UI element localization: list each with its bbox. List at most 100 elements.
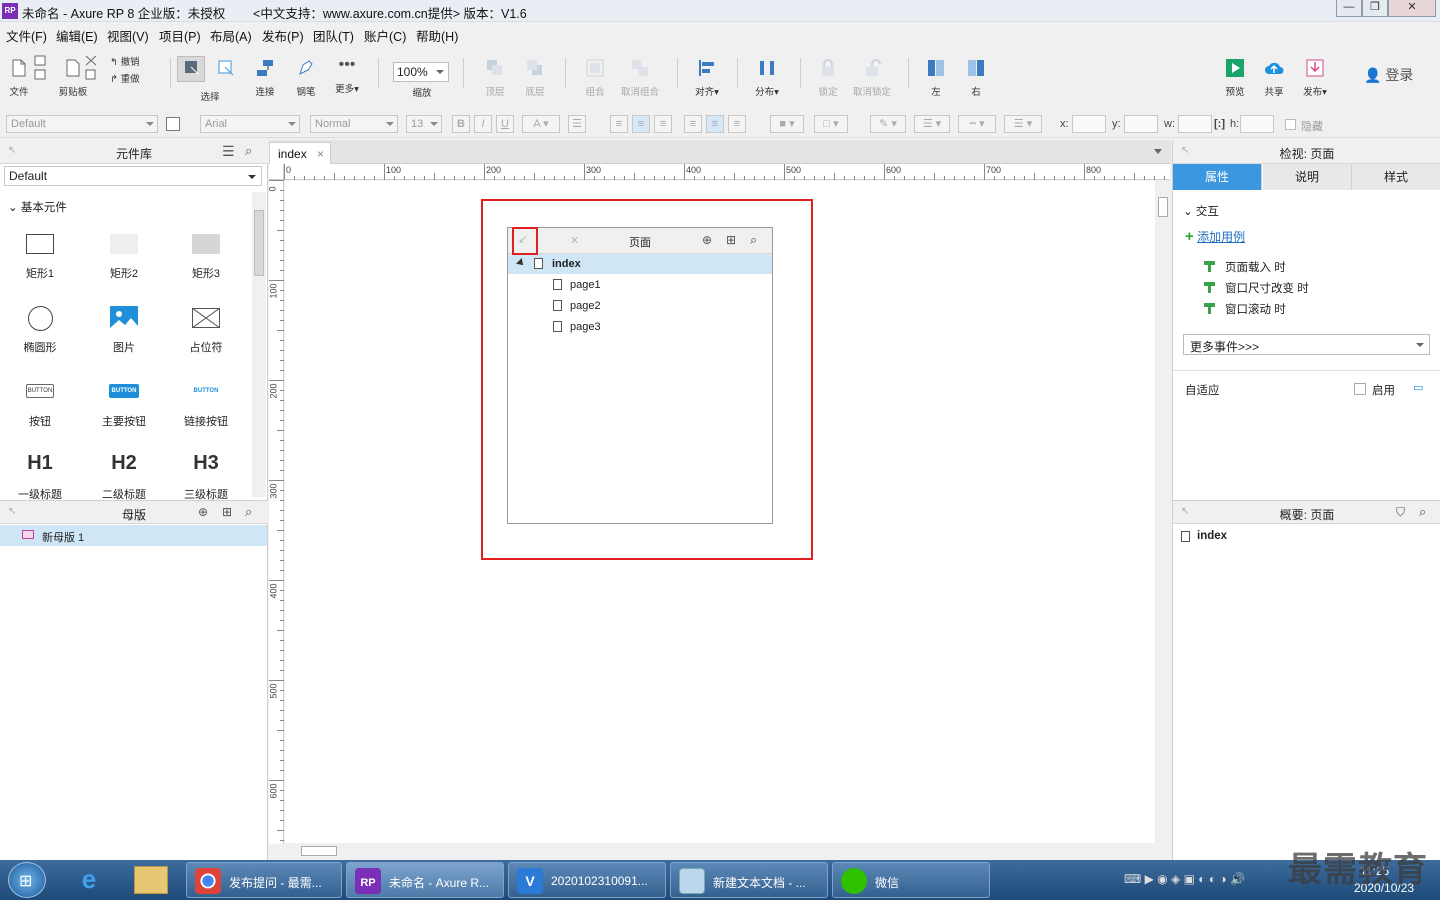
menu-edit[interactable]: 编辑(E) <box>56 26 98 45</box>
start-button[interactable]: ⊞ <box>8 862 46 898</box>
more-tools-button[interactable]: ••• 更多▾ <box>330 57 364 96</box>
outline-item[interactable]: index <box>1197 530 1227 542</box>
widget-link-button[interactable]: BUTTON 链接按钮 <box>171 384 241 444</box>
send-bottom-button[interactable]: 底层 <box>520 58 550 98</box>
widget-placeholder[interactable]: 占位符 <box>171 306 241 366</box>
w-input[interactable] <box>1178 115 1212 133</box>
master-row[interactable]: 新母版 1 <box>0 525 267 546</box>
adaptive-checkbox[interactable] <box>1354 383 1366 395</box>
event-window-scroll[interactable]: 窗口滚动 时 <box>1203 301 1403 317</box>
canvas-vscrollbar[interactable] <box>1155 181 1171 843</box>
interaction-section[interactable]: ⌄ 交互 <box>1183 203 1219 219</box>
cut-copy-icon[interactable] <box>84 54 98 82</box>
font-size-select[interactable]: 13 <box>406 115 442 133</box>
minimize-button[interactable]: — <box>1336 0 1362 17</box>
page-row[interactable]: page3 <box>508 317 772 337</box>
widget-rect2[interactable]: 矩形2 <box>89 232 159 292</box>
add-page-icon[interactable]: ⊕ <box>702 233 712 247</box>
close-tab-icon[interactable]: × <box>317 147 324 161</box>
ie-icon[interactable]: e <box>72 864 106 896</box>
fill-color-button[interactable]: ■ ▾ <box>770 115 804 133</box>
valign-middle-button[interactable]: ≡ <box>706 115 724 133</box>
widget-button[interactable]: BUTTON 按钮 <box>5 384 75 444</box>
scrollbar-thumb[interactable] <box>301 846 337 856</box>
filter-icon[interactable]: ⛉ <box>1396 505 1405 520</box>
file-button[interactable]: 文件 <box>6 58 32 98</box>
menu-account[interactable]: 账户(C) <box>364 26 406 45</box>
search-icon[interactable]: ⌕ <box>750 232 757 248</box>
menu-file[interactable]: 文件(F) <box>6 26 47 45</box>
font-color-button[interactable]: A ▾ <box>522 115 560 133</box>
search-icon[interactable]: ⌕ <box>1419 504 1426 520</box>
add-folder-icon[interactable]: ⊞ <box>222 505 232 519</box>
library-scrollbar[interactable] <box>252 192 266 497</box>
left-panel-toggle[interactable]: 左 <box>922 58 950 98</box>
menu-layout[interactable]: 布局(A) <box>210 26 252 45</box>
widget-image[interactable]: 图片 <box>89 306 159 366</box>
menu-view[interactable]: 视图(V) <box>107 26 149 45</box>
preview-button[interactable]: 预览 <box>1220 58 1250 98</box>
explorer-icon[interactable] <box>134 866 168 894</box>
redo-button[interactable]: ↱ 重做 <box>110 71 140 85</box>
italic-button[interactable]: I <box>474 115 492 133</box>
align-button[interactable]: 对齐▾ <box>690 58 724 98</box>
tab-properties[interactable]: 属性 <box>1173 164 1262 190</box>
h-input[interactable] <box>1240 115 1274 133</box>
align-left-button[interactable]: ≡ <box>610 115 628 133</box>
task-browser[interactable]: 发布提问 - 最需... <box>186 862 342 898</box>
menu-publish[interactable]: 发布(P) <box>262 26 304 45</box>
adaptive-views-icon[interactable]: ▭ <box>1413 381 1423 394</box>
zoom-select[interactable]: 100% <box>393 62 449 82</box>
event-window-resize[interactable]: 窗口尺寸改变 时 <box>1203 280 1403 296</box>
canvas-hscrollbar[interactable] <box>285 843 1155 859</box>
ungroup-button[interactable]: 取消组合 <box>618 58 662 98</box>
align-center-button[interactable]: ≡ <box>632 115 650 133</box>
tab-list-chevron-icon[interactable] <box>1154 149 1162 154</box>
library-select[interactable]: Default <box>4 166 262 186</box>
share-button[interactable]: 共享 <box>1259 58 1289 98</box>
y-input[interactable] <box>1124 115 1158 133</box>
hidden-checkbox[interactable] <box>1285 119 1296 130</box>
add-master-icon[interactable]: ⊕ <box>198 505 208 519</box>
unlock-button[interactable]: 取消锁定 <box>852 58 892 98</box>
login-button[interactable]: 👤 登录 <box>1364 65 1413 85</box>
align-right-button[interactable]: ≡ <box>654 115 672 133</box>
group-button[interactable]: 组合 <box>580 58 610 98</box>
tab-notes[interactable]: 说明 <box>1263 164 1352 190</box>
menu-icon[interactable]: ☰ <box>222 143 235 160</box>
line-style-button[interactable]: ┅ ▾ <box>958 115 996 133</box>
widget-ellipse[interactable]: 椭圆形 <box>5 306 75 366</box>
task-video[interactable]: V 2020102310091... <box>508 862 666 898</box>
distribute-button[interactable]: 分布▾ <box>750 58 784 98</box>
page-row-index[interactable]: index <box>508 254 772 274</box>
more-events-select[interactable]: 更多事件>>> <box>1183 334 1430 355</box>
arrow-style-button[interactable]: ☰ ▾ <box>1004 115 1042 133</box>
task-notepad[interactable]: 新建文本文档 - ... <box>670 862 828 898</box>
widget-h2[interactable]: H2 二级标题 <box>89 452 159 501</box>
page-row[interactable]: page2 <box>508 296 772 316</box>
scrollbar-thumb[interactable] <box>1158 197 1168 217</box>
style-editor-icon[interactable] <box>166 117 180 131</box>
line-width-button[interactable]: ☰ ▾ <box>914 115 950 133</box>
font-select[interactable]: Arial <box>200 115 300 133</box>
pen-button[interactable]: 钢笔 <box>291 58 321 98</box>
right-panel-toggle[interactable]: 右 <box>962 58 990 98</box>
connect-button[interactable]: 连接 <box>250 58 280 98</box>
widget-rect3[interactable]: 矩形3 <box>171 232 241 292</box>
valign-top-button[interactable]: ≡ <box>684 115 702 133</box>
widget-h3[interactable]: H3 三级标题 <box>171 452 241 501</box>
font-weight-select[interactable]: Normal <box>310 115 398 133</box>
underline-button[interactable]: U <box>496 115 514 133</box>
widget-primary-button[interactable]: BUTTON 主要按钮 <box>89 384 159 444</box>
task-axure[interactable]: RP 未命名 - Axure R... <box>346 862 504 898</box>
undo-button[interactable]: ↰ 撤销 <box>110 54 140 68</box>
expand-icon[interactable] <box>516 258 526 268</box>
publish-button[interactable]: 发布▾ <box>1298 58 1332 98</box>
bullet-list-button[interactable]: ☰ <box>568 115 586 133</box>
add-folder-icon[interactable]: ⊞ <box>726 233 736 247</box>
search-icon[interactable]: ⌕ <box>245 143 252 159</box>
scrollbar-thumb[interactable] <box>254 210 264 276</box>
bold-button[interactable]: B <box>452 115 470 133</box>
widget-rect1[interactable]: 矩形1 <box>5 232 75 292</box>
menu-project[interactable]: 项目(P) <box>159 26 201 45</box>
